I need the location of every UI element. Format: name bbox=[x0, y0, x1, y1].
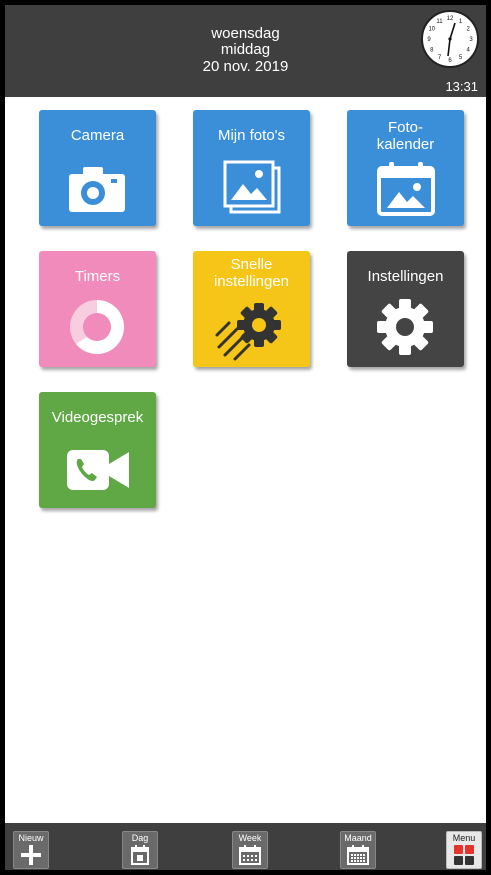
photo-calendar-label-line2: kalender bbox=[376, 136, 435, 153]
clock-numeral: 11 bbox=[436, 19, 443, 25]
day-of-week: woensdag bbox=[211, 25, 280, 42]
photo-calendar-icon bbox=[377, 162, 435, 216]
header-bar: woensdag middag 20 nov. 2019 12 1 2 3 4 5 6 7 8 9… bbox=[5, 5, 486, 97]
my-photos-tile-label: Mijn foto's bbox=[217, 127, 286, 144]
camera-tile[interactable]: Camera bbox=[39, 110, 156, 226]
quick-settings-icon bbox=[215, 303, 281, 361]
clock-numeral: 10 bbox=[428, 27, 435, 33]
day-view-button[interactable]: Dag bbox=[122, 831, 158, 869]
week-view-button[interactable]: Week bbox=[232, 831, 268, 869]
timers-tile[interactable]: Timers bbox=[39, 251, 156, 367]
menu-button-label: Menu bbox=[452, 833, 476, 843]
plus-icon bbox=[21, 845, 41, 865]
photo-calendar-tile[interactable]: Foto- kalender bbox=[347, 110, 464, 226]
new-button-label: Nieuw bbox=[18, 833, 44, 843]
quick-settings-label-line1: Snelle bbox=[230, 256, 273, 273]
analog-clock-icon: 12 1234567891011 bbox=[421, 10, 479, 68]
date-label: 20 nov. 2019 bbox=[202, 58, 289, 75]
app-screen: woensdag middag 20 nov. 2019 12 1 2 3 4 5 6 7 8 9… bbox=[5, 5, 486, 870]
photos-icon bbox=[223, 160, 281, 214]
month-calendar-icon bbox=[347, 845, 369, 865]
clock-numeral: 12 bbox=[447, 16, 454, 22]
quick-settings-tile[interactable]: Snelle instellingen bbox=[193, 251, 310, 367]
photo-calendar-label-line1: Foto- bbox=[387, 119, 423, 136]
menu-button[interactable]: Menu bbox=[446, 831, 482, 869]
quick-settings-label-line2: instellingen bbox=[213, 273, 290, 290]
camera-tile-label: Camera bbox=[70, 127, 125, 144]
timer-icon bbox=[70, 300, 124, 354]
week-view-label: Week bbox=[238, 833, 262, 843]
gear-icon bbox=[377, 299, 433, 355]
new-button[interactable]: Nieuw bbox=[13, 831, 49, 869]
day-calendar-icon bbox=[131, 845, 149, 865]
menu-grid-icon bbox=[454, 845, 474, 865]
camera-icon bbox=[69, 167, 125, 212]
day-view-label: Dag bbox=[131, 833, 149, 843]
my-photos-tile[interactable]: Mijn foto's bbox=[193, 110, 310, 226]
settings-tile-label: Instellingen bbox=[367, 268, 444, 285]
month-view-label: Maand bbox=[344, 833, 372, 843]
video-call-tile-label: Videogesprek bbox=[51, 409, 144, 426]
digital-time: 13:31 bbox=[445, 79, 478, 94]
bottom-toolbar: Nieuw Dag Week Maand Menu bbox=[5, 823, 486, 870]
video-call-icon bbox=[67, 450, 129, 490]
day-part: middag bbox=[220, 41, 271, 58]
settings-tile[interactable]: Instellingen bbox=[347, 251, 464, 367]
month-view-button[interactable]: Maand bbox=[340, 831, 376, 869]
timers-tile-label: Timers bbox=[74, 268, 121, 285]
video-call-tile[interactable]: Videogesprek bbox=[39, 392, 156, 508]
week-calendar-icon bbox=[239, 845, 261, 865]
